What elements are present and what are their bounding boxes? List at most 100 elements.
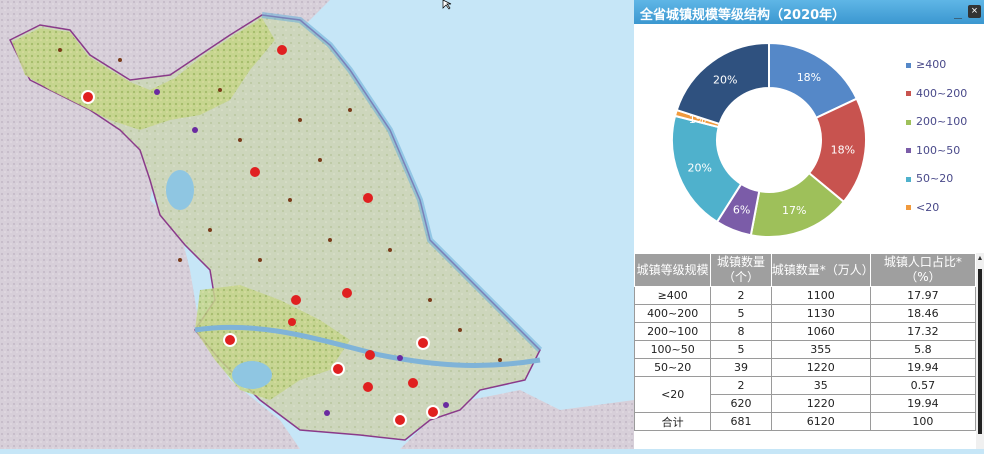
taihu-lake xyxy=(232,361,272,389)
table-cell: 6120 xyxy=(770,412,871,431)
table-cell: 355 xyxy=(770,340,871,359)
table-cell: 2 xyxy=(710,286,772,305)
city-marker[interactable] xyxy=(288,318,296,326)
table-cell: 1220 xyxy=(770,358,871,377)
donut-chart: 18%18%17%6%20%1%20% xyxy=(671,41,867,238)
legend-label: <20 xyxy=(916,200,940,214)
table-row: 400~200 5 1130 18.46 xyxy=(633,304,977,323)
legend-item[interactable]: 100~50 xyxy=(906,144,960,158)
close-button[interactable]: × xyxy=(968,5,981,18)
table-total-row: 合计 681 6120 100 xyxy=(633,412,977,431)
legend-swatch xyxy=(906,205,911,210)
table-cell: 2 xyxy=(710,376,772,395)
city-marker-large[interactable] xyxy=(331,362,345,376)
legend-swatch xyxy=(906,91,911,96)
city-size-table: 城镇等级规模 城镇数量（个） 城镇数量*（万人） 城镇人口占比*（%） ≥400… xyxy=(633,253,977,431)
city-marker[interactable] xyxy=(363,193,373,203)
legend-label: 200~100 xyxy=(916,115,968,128)
table-cell: 5.8 xyxy=(869,340,977,359)
table-row: 50~20 39 1220 19.94 xyxy=(633,358,977,377)
table-cell: 100~50 xyxy=(633,340,712,359)
legend-swatch xyxy=(906,119,911,125)
table-cell: 1100 xyxy=(770,286,871,305)
table-cell: 35 xyxy=(770,376,871,395)
city-marker-small[interactable] xyxy=(154,89,160,95)
table-header: 城镇数量（个） xyxy=(710,253,772,287)
city-marker[interactable] xyxy=(277,45,287,55)
legend-item[interactable]: 200~100 xyxy=(906,115,967,129)
slice-label: 18% xyxy=(831,143,855,156)
table-cell: 1130 xyxy=(770,304,871,323)
table-cell: 18.46 xyxy=(869,304,977,323)
legend-item[interactable]: ≥400 xyxy=(906,58,946,72)
scroll-up-icon[interactable]: ▲ xyxy=(976,253,984,265)
city-marker-small[interactable] xyxy=(324,410,330,416)
table-header: 城镇等级规模 xyxy=(633,253,712,287)
slice-label: 6% xyxy=(733,203,750,216)
table-row: 100~50 5 355 5.8 xyxy=(633,340,977,359)
city-marker-large[interactable] xyxy=(416,336,430,350)
scroll-thumb[interactable] xyxy=(978,269,982,434)
city-marker[interactable] xyxy=(365,350,375,360)
city-marker-large[interactable] xyxy=(426,405,440,419)
table-row: ≥400 2 1100 17.97 xyxy=(633,286,977,305)
table-cell: 8 xyxy=(710,322,772,341)
legend-item[interactable]: 50~20 xyxy=(906,172,953,186)
table-cell: 17.97 xyxy=(869,286,977,305)
city-marker[interactable] xyxy=(250,167,260,177)
table-cell: 39 xyxy=(710,358,772,377)
map-canvas[interactable] xyxy=(0,0,634,449)
stats-panel: 全省城镇规模等级结构（2020年） _ × 18% 18% 17% 6% 20% 1% 20… xyxy=(633,0,984,449)
legend-item[interactable]: 400~200 xyxy=(906,87,967,101)
slice-label: 17% xyxy=(782,204,806,217)
legend-label: 400~200 xyxy=(916,86,968,100)
table-cell: 5 xyxy=(710,340,772,359)
table-header: 城镇人口占比*（%） xyxy=(869,253,977,287)
slice-label: 20% xyxy=(688,161,712,174)
table-cell: 50~20 xyxy=(633,358,712,377)
minimize-button[interactable]: _ xyxy=(952,4,964,20)
city-marker-large[interactable] xyxy=(223,333,237,347)
table-cell: <20 xyxy=(633,376,712,413)
city-marker-large[interactable] xyxy=(81,90,95,104)
table-cell: 5 xyxy=(710,304,772,323)
table-header: 城镇数量*（万人） xyxy=(770,253,874,287)
table-row: <20 2 35 0.57 xyxy=(633,376,977,413)
slice-label: 18% xyxy=(797,71,821,84)
legend-label: ≥400 xyxy=(916,58,947,71)
legend-label: 50~20 xyxy=(916,172,954,185)
city-marker[interactable] xyxy=(342,288,352,298)
table-cell: 合计 xyxy=(633,412,712,431)
city-marker-large[interactable] xyxy=(393,413,407,427)
panel-titlebar[interactable]: 全省城镇规模等级结构（2020年） _ × xyxy=(634,0,984,24)
table-row: 200~100 8 1060 17.32 xyxy=(633,322,977,341)
slice-label: 20% xyxy=(713,74,737,87)
city-marker-small[interactable] xyxy=(397,355,403,361)
city-marker[interactable] xyxy=(408,378,418,388)
city-marker-small[interactable] xyxy=(443,402,449,408)
table-header-row: 城镇等级规模 城镇数量（个） 城镇数量*（万人） 城镇人口占比*（%） xyxy=(633,253,977,287)
table-cell: 200~100 xyxy=(633,322,712,341)
table-cell: 620 xyxy=(710,394,772,413)
legend-swatch xyxy=(906,148,911,153)
table-cell: 1060 xyxy=(770,322,871,341)
city-marker[interactable] xyxy=(363,382,373,392)
map-view[interactable] xyxy=(0,0,634,449)
city-marker-small[interactable] xyxy=(192,127,198,133)
table-cell: 681 xyxy=(710,412,772,431)
table-cell: 17.32 xyxy=(869,322,977,341)
table-cell: 400~200 xyxy=(633,304,712,323)
table-cell: 19.94 xyxy=(869,358,977,377)
legend-swatch xyxy=(906,176,911,182)
legend-label: 100~50 xyxy=(916,143,961,157)
table-cell: ≥400 xyxy=(633,286,712,305)
table-cell: 19.94 xyxy=(869,394,977,413)
legend-item[interactable]: <20 xyxy=(906,201,939,215)
table-scrollbar[interactable]: ▲ xyxy=(976,253,984,449)
hongze-lake xyxy=(166,170,194,210)
city-marker[interactable] xyxy=(291,295,301,305)
legend-swatch xyxy=(906,62,911,68)
table-cell: 0.57 xyxy=(869,376,977,395)
table-cell: 1220 xyxy=(770,394,871,413)
panel-title: 全省城镇规模等级结构（2020年） xyxy=(640,8,846,23)
